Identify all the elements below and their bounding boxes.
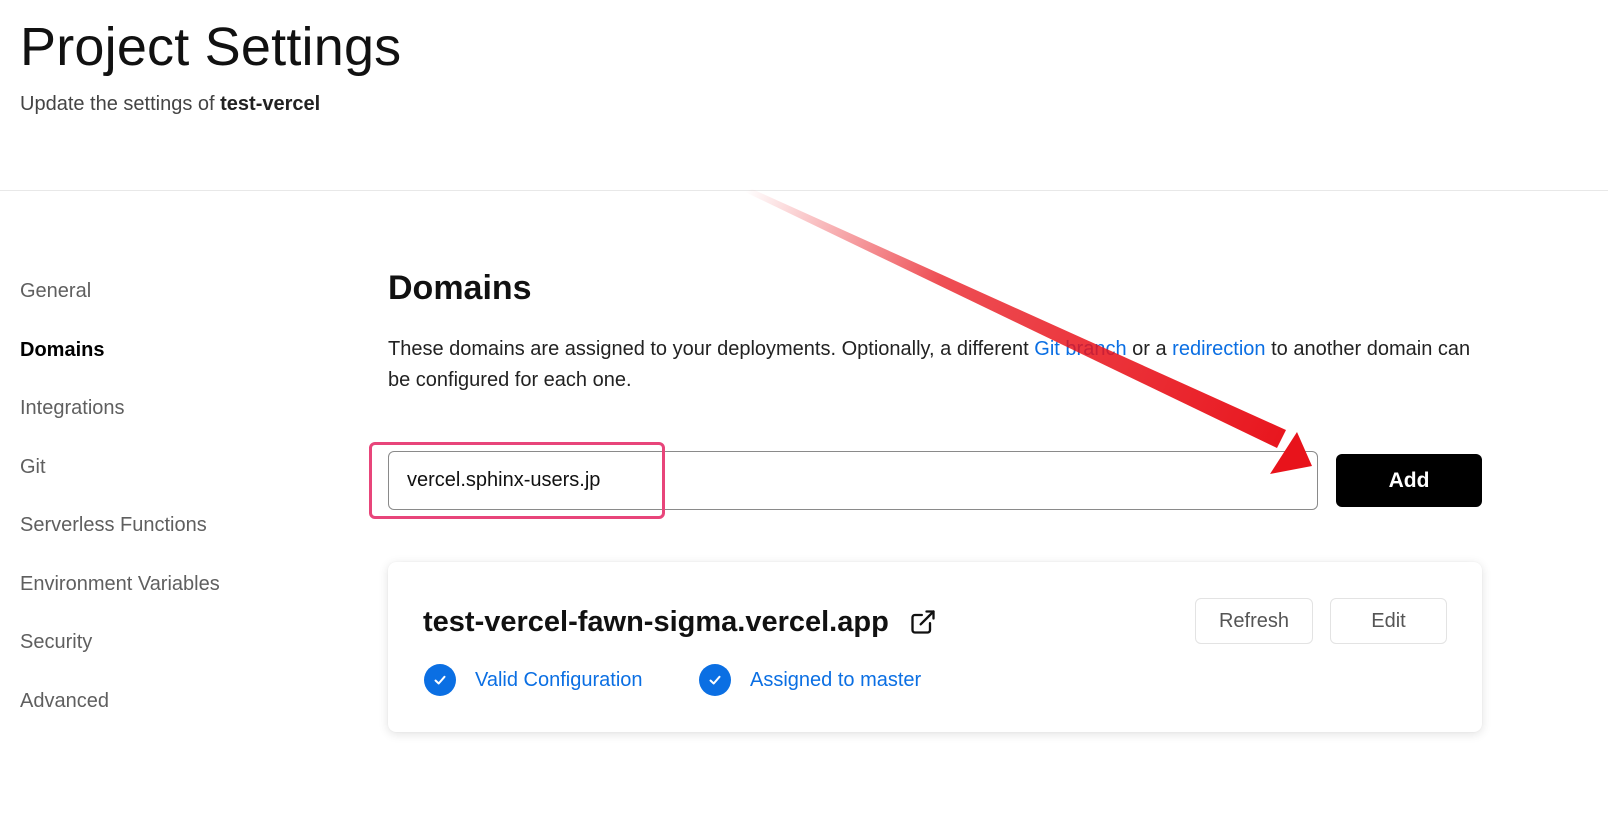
project-settings-page: Project Settings Update the settings of …: [0, 0, 1608, 834]
sidebar-item-serverless-functions[interactable]: Serverless Functions: [20, 504, 320, 563]
status-valid-configuration: Valid Configuration: [424, 663, 643, 697]
redirection-link[interactable]: redirection: [1172, 338, 1265, 360]
page-subtitle: Update the settings of test-vercel: [20, 91, 320, 117]
sidebar-item-advanced[interactable]: Advanced: [20, 680, 320, 739]
add-domain-button[interactable]: Add: [1336, 454, 1482, 507]
sidebar-item-security[interactable]: Security: [20, 621, 320, 680]
sidebar-item-environment-variables[interactable]: Environment Variables: [20, 563, 320, 622]
domain-name-link[interactable]: test-vercel-fawn-sigma.vercel.app: [423, 604, 889, 640]
header-divider: [0, 190, 1608, 191]
status-assigned-label: Assigned to master: [750, 668, 922, 691]
domain-input[interactable]: [388, 451, 1318, 510]
project-name: test-vercel: [220, 93, 321, 115]
domains-description: These domains are assigned to your deplo…: [388, 334, 1488, 396]
sidebar-item-git[interactable]: Git: [20, 446, 320, 505]
settings-sidebar: General Domains Integrations Git Serverl…: [20, 270, 320, 738]
sidebar-item-domains[interactable]: Domains: [20, 329, 320, 388]
check-circle-icon: [424, 664, 456, 696]
external-link-icon[interactable]: [909, 608, 937, 636]
refresh-button[interactable]: Refresh: [1195, 598, 1313, 644]
domain-card: test-vercel-fawn-sigma.vercel.app Refres…: [388, 562, 1482, 732]
page-title: Project Settings: [20, 17, 402, 77]
sidebar-item-integrations[interactable]: Integrations: [20, 387, 320, 446]
check-circle-icon: [699, 664, 731, 696]
domains-section-title: Domains: [388, 269, 532, 307]
description-text-1: These domains are assigned to your deplo…: [388, 338, 1029, 360]
status-assigned-to-master: Assigned to master: [699, 663, 921, 697]
edit-button[interactable]: Edit: [1330, 598, 1447, 644]
subtitle-text: Update the settings of: [20, 93, 215, 115]
status-valid-label: Valid Configuration: [475, 668, 643, 691]
description-text-or: or a: [1132, 338, 1167, 360]
git-branch-link[interactable]: Git branch: [1034, 338, 1126, 360]
sidebar-item-general[interactable]: General: [20, 270, 320, 329]
